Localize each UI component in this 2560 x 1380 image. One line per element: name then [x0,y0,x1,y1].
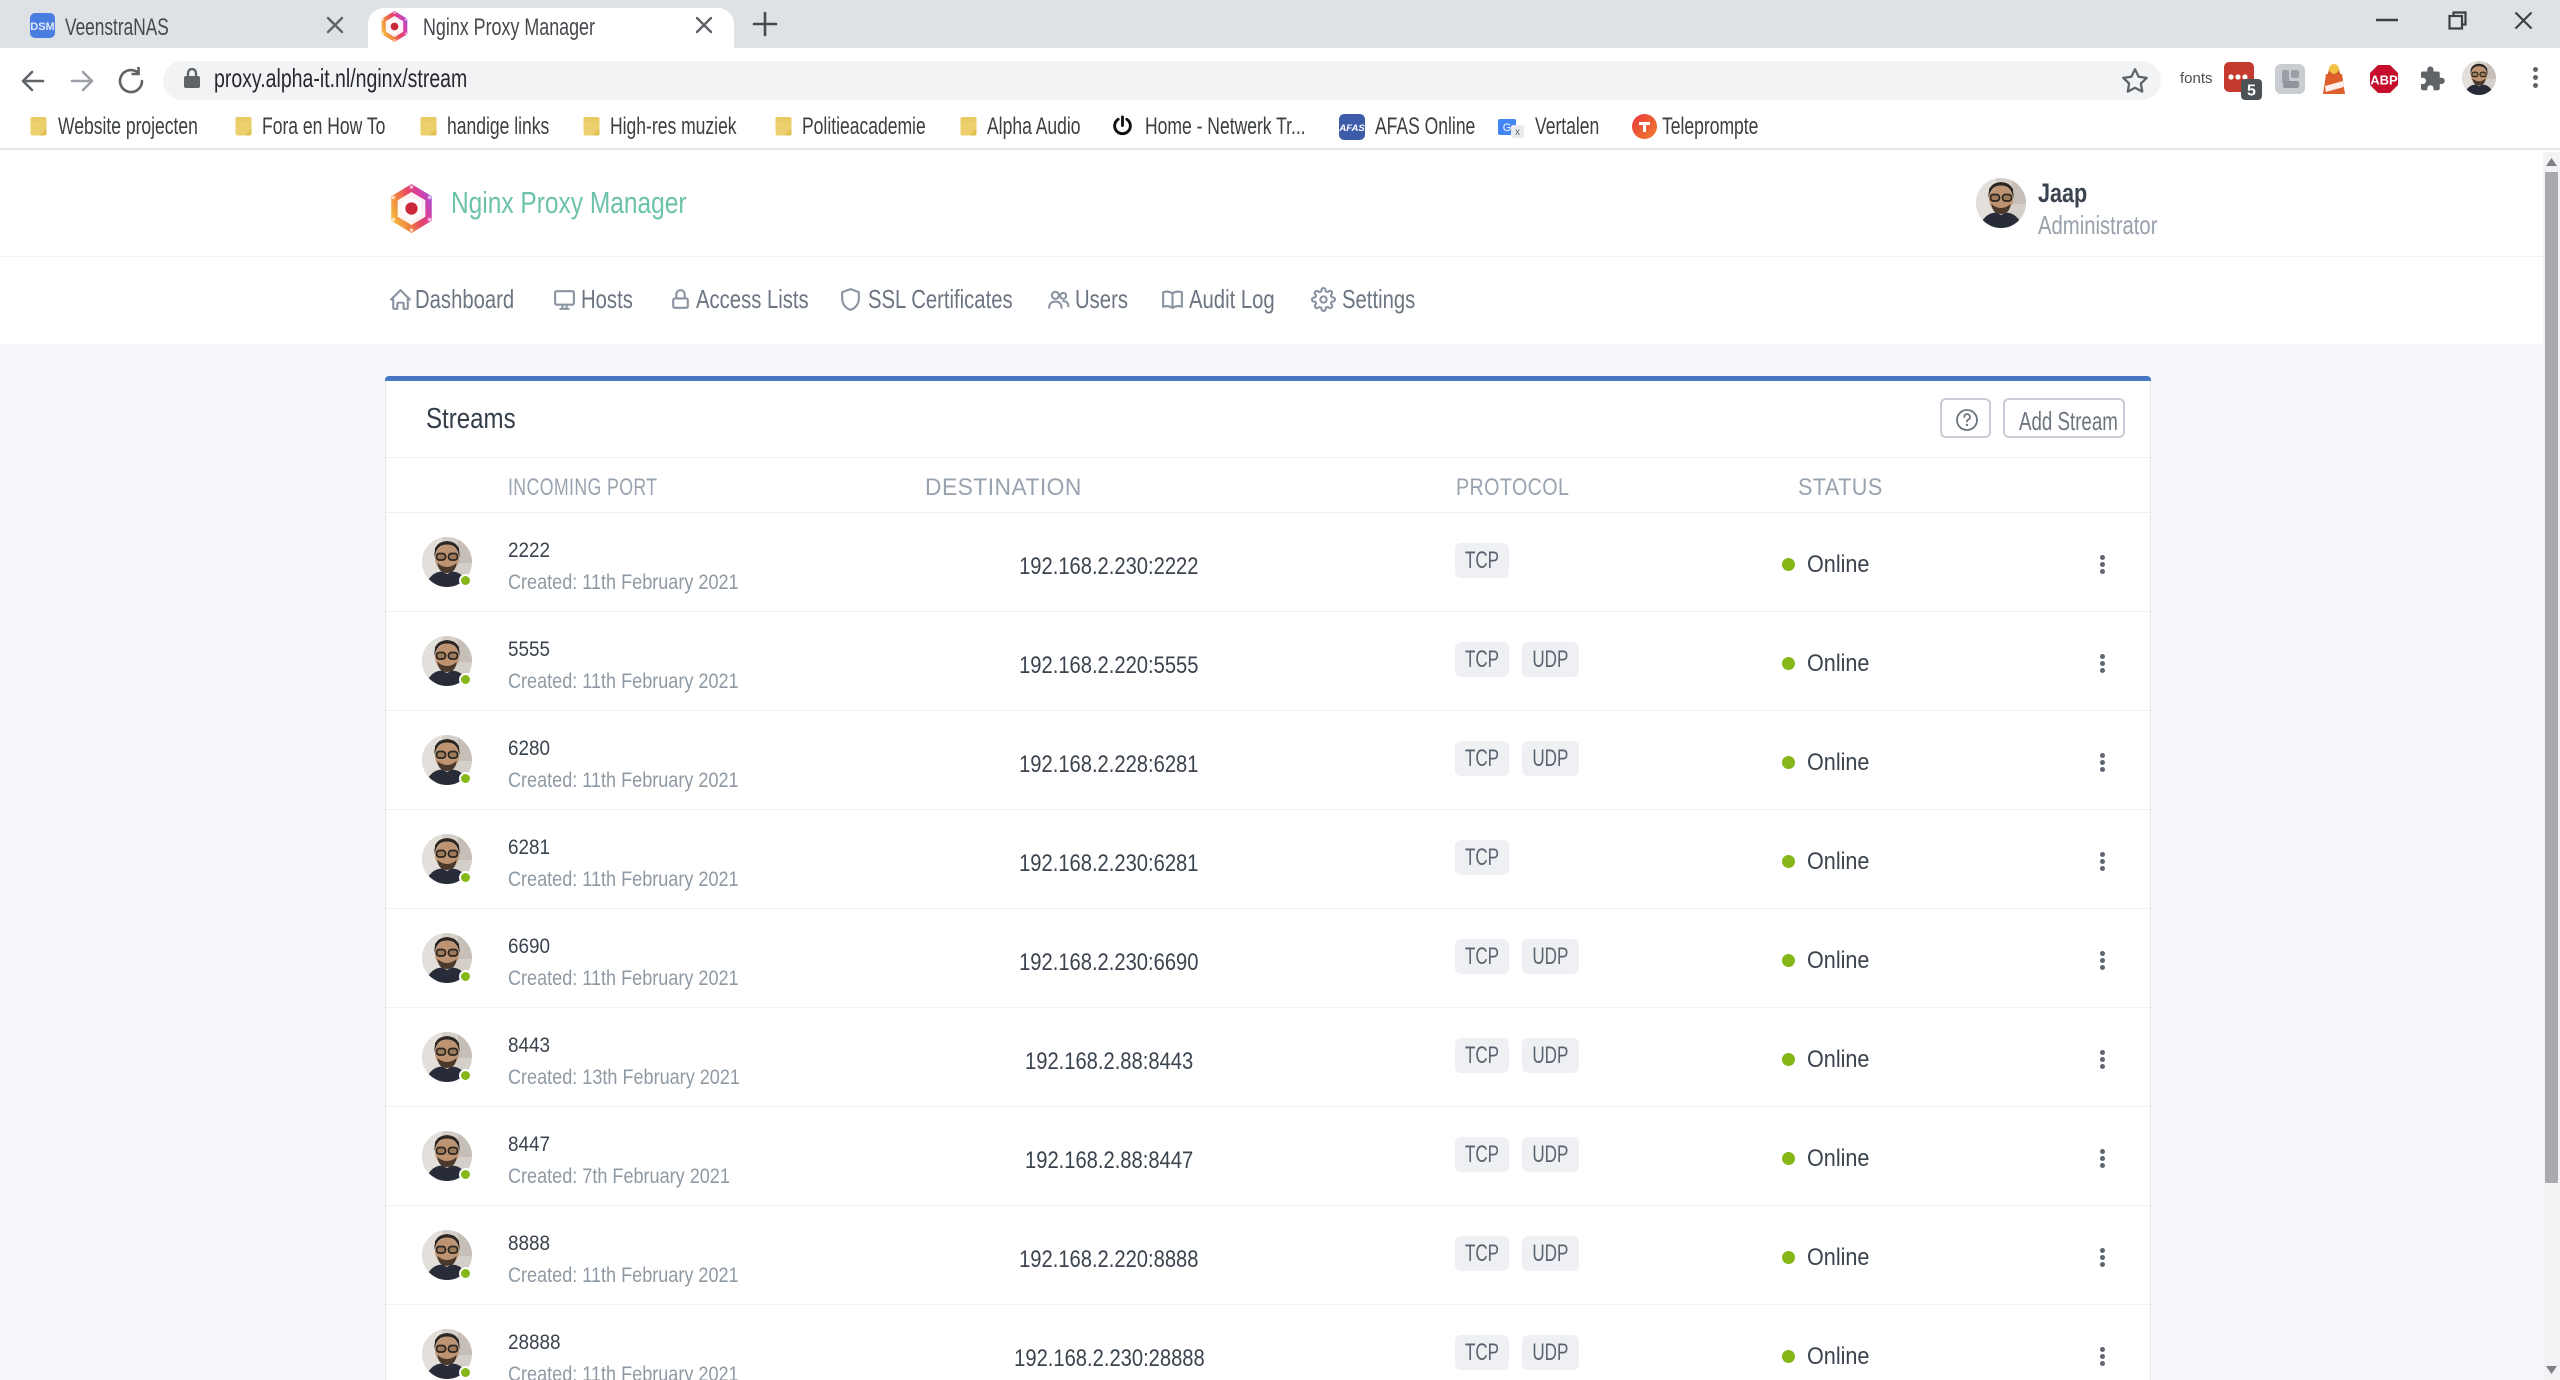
svg-text:ABP: ABP [2370,73,2398,88]
svg-text:DSM: DSM [30,21,54,33]
svg-text:G: G [1503,122,1512,134]
svg-text:AFAS: AFAS [1339,123,1365,134]
svg-text:x: x [1515,127,1520,138]
svg-text:5: 5 [2247,83,2256,100]
